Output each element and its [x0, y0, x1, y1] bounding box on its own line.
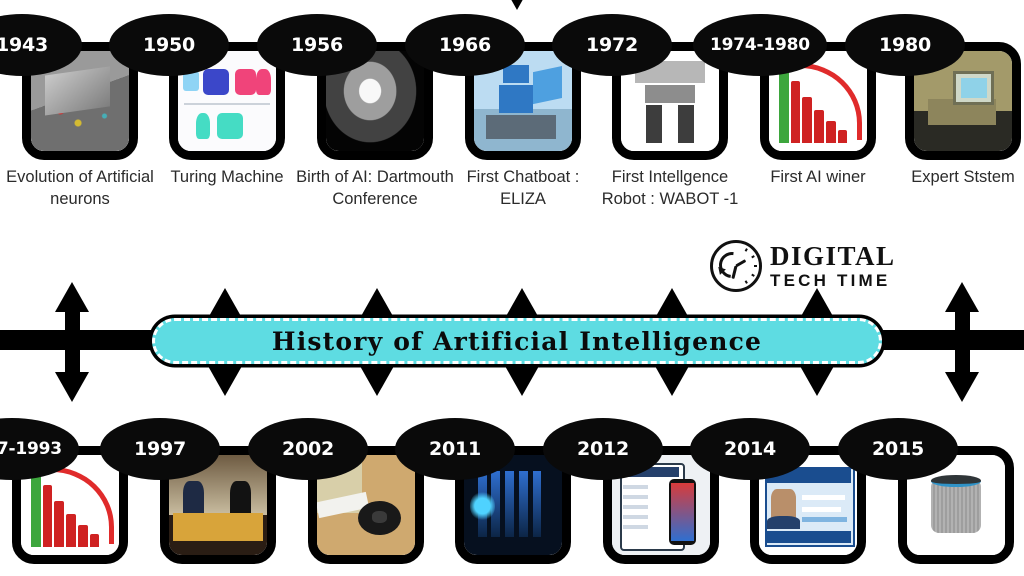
year-badge: 2014 [690, 418, 810, 480]
year-badge: 1972 [552, 14, 672, 76]
arrow-down-5-icon [655, 366, 689, 396]
year-label: 2012 [576, 438, 630, 460]
year-badge: 1950 [109, 14, 229, 76]
caption-label: Evolution of Artificial neurons [6, 168, 154, 209]
arrow-up-3-icon [360, 288, 394, 318]
year-label: 1974-1980 [710, 35, 810, 55]
year-badge: 2015 [838, 418, 958, 480]
logo-primary-text: DIGITAL [770, 241, 896, 271]
year-badge: 2002 [248, 418, 368, 480]
year-label: 1980 [878, 34, 932, 56]
year-badge: 1974-1980 [693, 14, 827, 76]
year-badge: 2011 [395, 418, 515, 480]
year-label: 2014 [723, 438, 777, 460]
year-badge: 1997 [100, 418, 220, 480]
arrow-up-4-icon [505, 288, 539, 318]
year-badge: 1966 [405, 14, 525, 76]
year-label: 1956 [290, 34, 344, 56]
year-label: 1972 [585, 34, 639, 56]
year-badge: 2012 [543, 418, 663, 480]
caption-label: Expert Ststem [911, 168, 1015, 186]
digital-tech-time-logo: DIGITAL TECH TIME [710, 240, 896, 292]
caption-label: First AI winer [770, 168, 866, 186]
top-arrow-tip-icon [508, 0, 526, 10]
arrow-up-2-icon [208, 288, 242, 318]
year-label: 1943 [0, 34, 49, 56]
page-title: History of Artificial Intelligence [271, 326, 763, 356]
year-label: 2015 [871, 438, 925, 460]
caption-label: Turing Machine [170, 168, 284, 186]
arrow-up-6-icon [800, 288, 834, 318]
title-banner: History of Artificial Intelligence [152, 318, 882, 364]
arrow-up-1-icon [55, 282, 89, 312]
caption-label: First Intellgence Robot : WABOT -1 [601, 168, 739, 209]
year-label: 2011 [428, 438, 482, 460]
arrow-down-1-icon [55, 372, 89, 402]
clock-rewind-icon [710, 240, 762, 292]
caption-label: Birth of AI: Dartmouth Conference [296, 168, 454, 209]
year-label: 2002 [281, 438, 335, 460]
year-label: 1966 [438, 34, 492, 56]
arrow-down-2-icon [208, 366, 242, 396]
logo-secondary-text: TECH TIME [770, 271, 891, 290]
year-label: 1987-1993 [0, 439, 62, 459]
caption-label: First Chatboat : ELIZA [466, 168, 580, 209]
infographic-canvas: 1943 Evolution of Artificial neurons 195… [0, 0, 1024, 576]
year-badge: 1980 [845, 14, 965, 76]
logo-text: DIGITAL TECH TIME [770, 241, 896, 290]
arrow-down-3-icon [360, 366, 394, 396]
year-badge: 1956 [257, 14, 377, 76]
arrow-down-7-icon [945, 372, 979, 402]
arrow-up-7-icon [945, 282, 979, 312]
arrow-down-4-icon [505, 366, 539, 396]
arrow-down-6-icon [800, 366, 834, 396]
year-label: 1997 [133, 438, 187, 460]
arrow-up-5-icon [655, 288, 689, 318]
year-label: 1950 [142, 34, 196, 56]
